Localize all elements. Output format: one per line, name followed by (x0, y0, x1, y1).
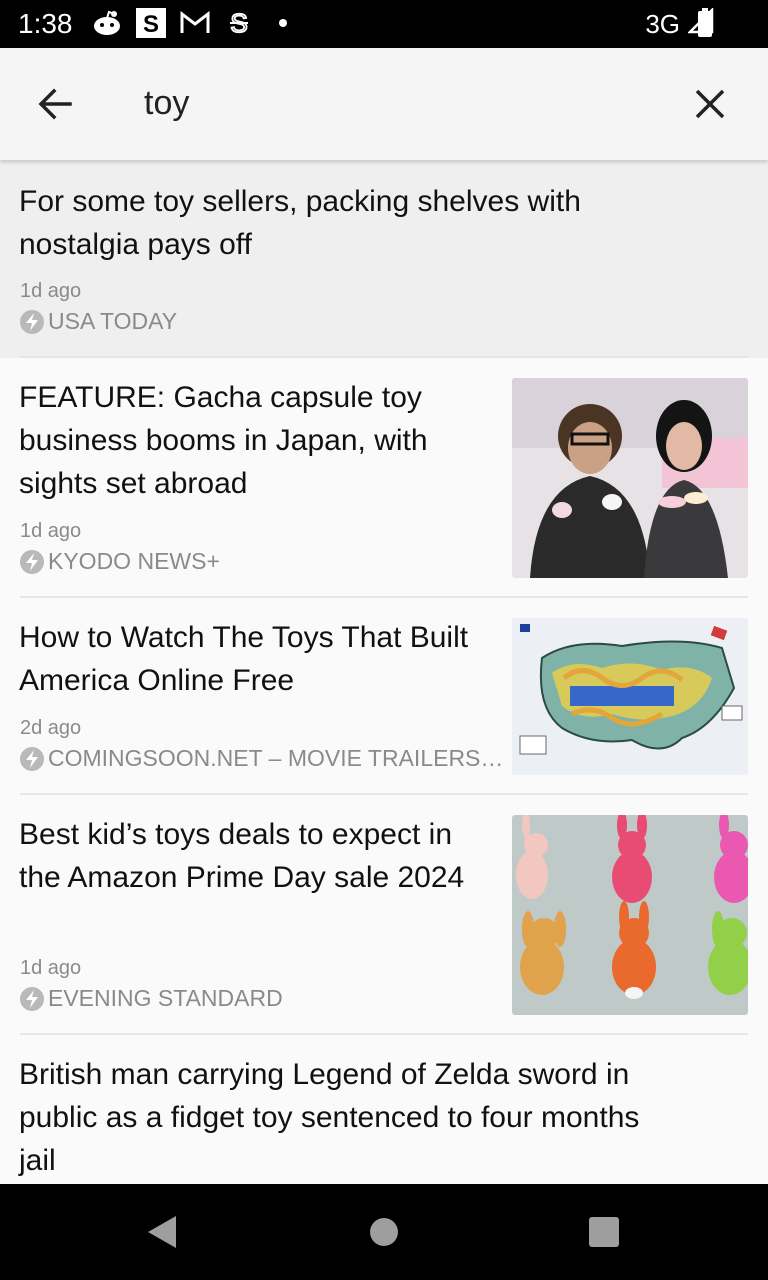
battery-icon (698, 8, 712, 37)
article-source: COMINGSOON.NET – MOVIE TRAILERS… (20, 745, 503, 772)
status-bar: 1:38 S S 3G (0, 0, 768, 48)
article-thumbnail (512, 815, 748, 1015)
article-source: USA TODAY (20, 308, 177, 335)
notification-icons: S S (92, 8, 298, 38)
list-item[interactable]: British man carrying Legend of Zelda swo… (0, 1035, 768, 1184)
article-title: FEATURE: Gacha capsule toy business boom… (19, 381, 428, 500)
article-thumbnail (512, 618, 748, 775)
list-item[interactable]: FEATURE: Gacha capsule toy business boom… (0, 358, 768, 598)
list-item[interactable]: Best kid’s toys deals to expect in the A… (0, 795, 768, 1035)
article-title: British man carrying Legend of Zelda swo… (19, 1058, 640, 1177)
article-thumbnail (512, 378, 748, 578)
nav-recents-icon[interactable] (589, 1217, 619, 1252)
article-time: 1d ago (20, 520, 82, 542)
dot-icon (268, 8, 298, 38)
article-time: 1d ago (20, 280, 82, 302)
source-name: USA TODAY (48, 308, 178, 334)
bolt-icon (20, 986, 44, 1011)
article-source: KYODO NEWS+ (20, 548, 220, 575)
bolt-icon (20, 549, 44, 574)
network-type: 3G (645, 9, 680, 39)
search-input[interactable]: toy (144, 84, 189, 123)
list-item[interactable]: For some toy sellers, packing shelves wi… (0, 160, 768, 358)
nav-home-icon[interactable] (369, 1217, 399, 1252)
bolt-icon (20, 309, 44, 334)
s-icon: S (136, 8, 166, 38)
article-title: Best kid’s toys deals to expect in the A… (19, 818, 465, 894)
status-time: 1:38 (18, 8, 73, 39)
article-title: For some toy sellers, packing shelves wi… (19, 185, 581, 261)
article-source: EVENING STANDARD (20, 985, 283, 1012)
nav-back-icon[interactable] (146, 1215, 178, 1254)
gmail-icon (180, 8, 210, 38)
results-list: For some toy sellers, packing shelves wi… (0, 160, 768, 1184)
source-name: EVENING STANDARD (48, 985, 283, 1011)
s-outline-icon: S (224, 8, 254, 38)
bolt-icon (20, 746, 44, 771)
article-title: How to Watch The Toys That Built America… (19, 621, 469, 697)
back-arrow-icon[interactable] (34, 82, 78, 126)
navigation-bar (0, 1184, 768, 1280)
reddit-icon (92, 8, 122, 38)
search-bar: toy (0, 48, 768, 160)
svg-text:S: S (143, 11, 159, 38)
source-name: KYODO NEWS+ (48, 548, 220, 574)
article-time: 1d ago (20, 957, 82, 979)
source-name: COMINGSOON.NET – MOVIE TRAILERS… (48, 745, 504, 771)
close-icon[interactable] (690, 84, 730, 124)
article-time: 2d ago (20, 717, 82, 739)
list-item[interactable]: How to Watch The Toys That Built America… (0, 598, 768, 795)
